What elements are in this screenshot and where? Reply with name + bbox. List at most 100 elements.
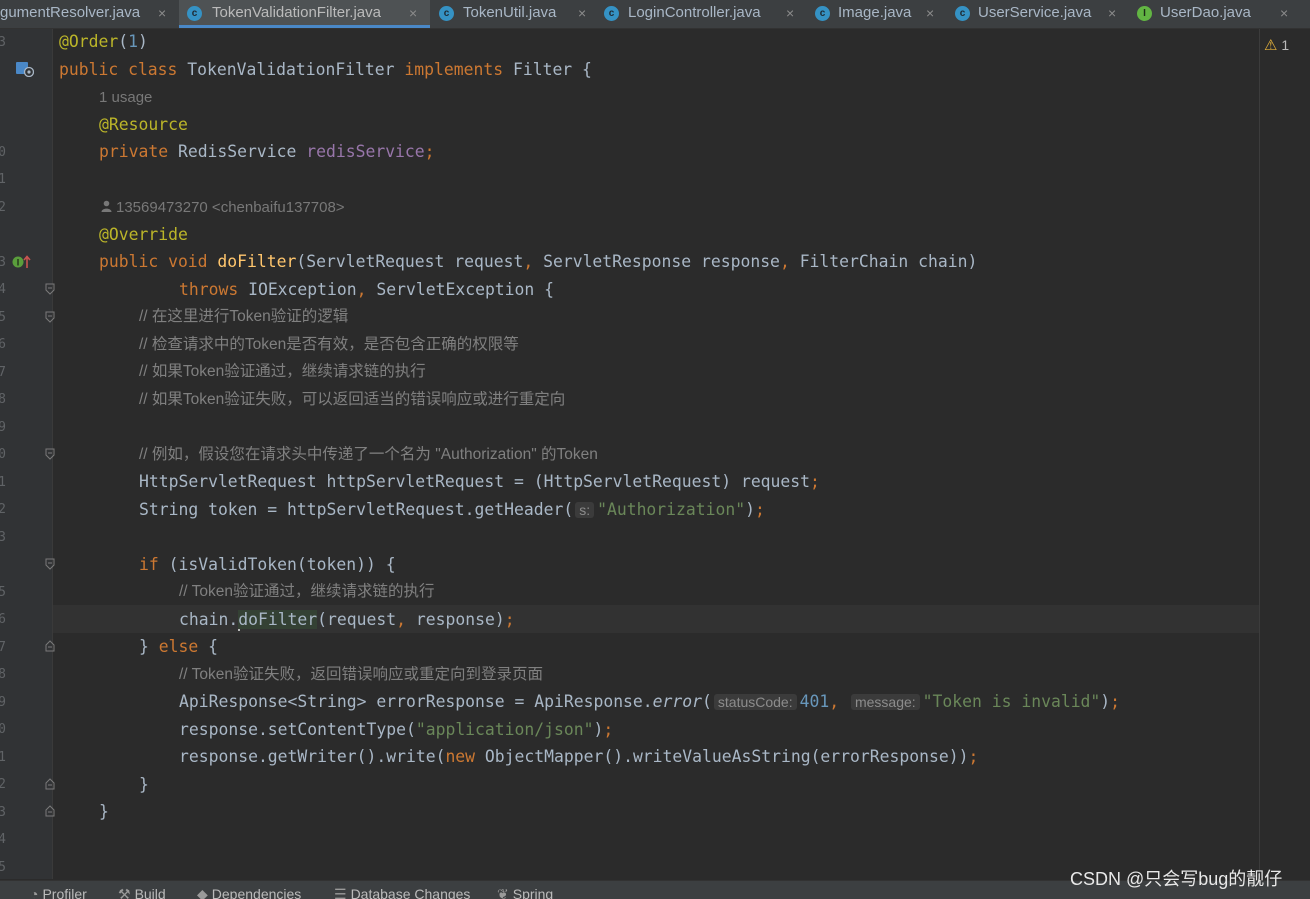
line-number: 5 (0, 860, 6, 875)
line-number: 2 (0, 200, 6, 215)
tab-label: UserService.java (978, 4, 1092, 21)
tab-label: gumentResolver.java (0, 4, 141, 21)
code-line: ApiResponse<String> errorResponse = ApiR… (179, 692, 1121, 711)
code-comment: // 在这里进行Token验证的逻辑 (139, 308, 349, 325)
line-number: 1 (0, 172, 6, 187)
line-number: 3 (0, 805, 6, 820)
line-number: 8 (0, 392, 6, 407)
class-icon: c (604, 6, 619, 21)
line-number: 8 (0, 667, 6, 682)
code-comment: // 如果Token验证通过，继续请求链的执行 (139, 363, 426, 380)
code-line: throws IOException, ServletException { (179, 280, 555, 299)
hammer-icon: ⚒ (118, 886, 131, 899)
line-number: 0 (0, 447, 6, 462)
close-icon[interactable]: × (409, 0, 417, 26)
person-icon (101, 197, 112, 219)
line-number: 5 (0, 310, 6, 325)
code-line: public void doFilter(ServletRequest requ… (99, 252, 978, 271)
tab-label: TokenValidationFilter.java (212, 4, 381, 21)
code-editor[interactable]: @Order(1) public class TokenValidationFi… (53, 29, 1259, 879)
line-number: 0 (0, 145, 6, 160)
close-icon[interactable]: × (1108, 0, 1116, 26)
spring-leaf-icon: ❦ (497, 886, 509, 899)
tool-build[interactable]: ⚒ Build (118, 886, 166, 899)
inspection-widget[interactable]: ⚠ 1 (1264, 36, 1289, 54)
line-number: 0 (0, 722, 6, 737)
watermark: CSDN @只会写bug的靓仔 (1070, 869, 1283, 889)
code-line: @Resource (99, 115, 188, 134)
class-icon: c (187, 6, 202, 21)
tool-dependencies[interactable]: ◆ Dependencies (197, 886, 301, 899)
tab-label: TokenUtil.java (463, 4, 557, 21)
close-icon[interactable]: × (926, 0, 934, 26)
usage-hint[interactable]: 1 usage (99, 87, 152, 109)
line-number: 6 (0, 612, 6, 627)
line-number: 7 (0, 365, 6, 380)
dependencies-icon: ◆ (197, 886, 208, 899)
tab-login-controller[interactable]: c LoginController.java × (596, 0, 806, 28)
code-line: String token = httpServletRequest.getHea… (139, 500, 765, 519)
line-number: 4 (0, 282, 6, 297)
class-icon: c (815, 6, 830, 21)
code-comment: // 例如，假设您在请求头中传递了一个名为 "Authorization" 的T… (139, 446, 598, 463)
parameter-hint: message: (850, 694, 920, 710)
code-comment: // Token验证失败，返回错误响应或重定向到登录页面 (179, 666, 544, 683)
code-line: response.setContentType("application/jso… (179, 720, 614, 739)
line-number: 1 (0, 475, 6, 490)
close-icon[interactable]: × (578, 0, 586, 26)
database-icon: ☰ (334, 886, 347, 899)
code-line: } (99, 802, 109, 821)
warning-count: 1 (1281, 37, 1290, 53)
code-comment: // Token验证通过，继续请求链的执行 (179, 583, 435, 600)
close-icon[interactable]: × (786, 0, 794, 26)
parameter-hint: s: (575, 502, 595, 518)
warning-icon: ⚠ (1264, 37, 1278, 54)
tab-argument-resolver[interactable]: gumentResolver.java × (0, 0, 178, 28)
code-line: chain.doFilter(request, response); (179, 610, 515, 631)
spring-bean-icon[interactable] (16, 61, 35, 81)
tab-user-dao[interactable]: I UserDao.java × (1130, 0, 1310, 28)
editor-gutter: 3 0 1 2 3 4 5 6 7 8 9 0 1 2 3 5 6 7 8 9 … (0, 29, 55, 879)
tab-image[interactable]: c Image.java × (807, 0, 947, 28)
tab-token-validation-filter[interactable]: c TokenValidationFilter.java × (179, 0, 430, 28)
code-line: @Order(1) (59, 32, 148, 51)
tool-spring[interactable]: ❦ Spring (497, 886, 553, 899)
profiler-icon: ◔ (30, 886, 39, 899)
code-line: HttpServletRequest httpServletRequest = … (139, 472, 820, 491)
interface-icon: I (1137, 6, 1152, 21)
right-margin-guide (1259, 29, 1260, 879)
tab-label: Image.java (838, 4, 912, 21)
class-icon: c (439, 6, 454, 21)
code-line: public class TokenValidationFilter imple… (59, 60, 592, 79)
tab-label: UserDao.java (1160, 4, 1251, 21)
line-number: 5 (0, 585, 6, 600)
line-number: 2 (0, 777, 6, 792)
override-method-icon[interactable]: I (12, 254, 32, 274)
code-line: @Override (99, 225, 188, 244)
tab-token-util[interactable]: c TokenUtil.java × (431, 0, 595, 28)
tab-label: LoginController.java (628, 4, 761, 21)
line-number: 4 (0, 832, 6, 847)
line-number: 3 (0, 35, 6, 50)
code-line: private RedisService redisService; (99, 142, 435, 161)
author-hint[interactable]: 13569473270 <chenbaifu137708> (101, 197, 345, 219)
line-number: 9 (0, 420, 6, 435)
code-line: if (isValidToken(token)) { (139, 555, 396, 574)
tab-user-service[interactable]: c UserService.java × (948, 0, 1129, 28)
code-line: } else { (139, 637, 218, 656)
code-line: response.getWriter().write(new ObjectMap… (179, 747, 979, 766)
line-number: 1 (0, 750, 6, 765)
code-comment: // 检查请求中的Token是否有效，是否包含正确的权限等 (139, 336, 519, 353)
close-icon[interactable]: × (1280, 0, 1288, 26)
line-number: 9 (0, 695, 6, 710)
code-line: } (139, 775, 149, 794)
svg-text:I: I (17, 258, 20, 268)
line-number: 6 (0, 337, 6, 352)
close-icon[interactable]: × (158, 0, 166, 26)
class-icon: c (955, 6, 970, 21)
tool-profiler[interactable]: ◔ Profiler (30, 886, 87, 899)
editor-tab-bar: gumentResolver.java × c TokenValidationF… (0, 0, 1310, 29)
line-number: 3 (0, 530, 6, 545)
tool-database-changes[interactable]: ☰ Database Changes (334, 886, 470, 899)
line-number: 7 (0, 640, 6, 655)
